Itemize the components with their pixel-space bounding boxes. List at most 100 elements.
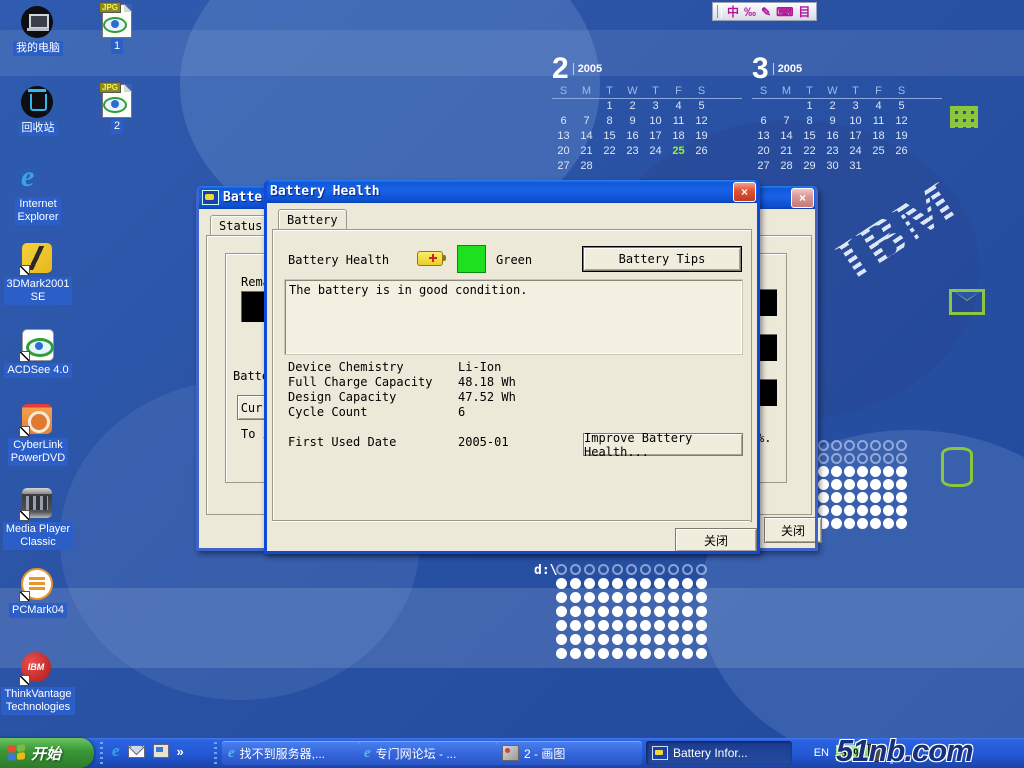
calendar-day: 14 — [775, 129, 798, 144]
calendar-day: 17 — [844, 129, 867, 144]
calendar-day: 11 — [867, 114, 890, 129]
task-button-forum[interactable]: e 专门网论坛 - ... — [358, 741, 502, 765]
desktop-icon-my-computer[interactable]: 我的电脑 — [0, 6, 76, 56]
detail-value: Li-Ion — [458, 360, 501, 374]
desktop-icon-pcmark04[interactable]: PCMark04 — [0, 568, 76, 618]
quick-launch-ie-icon[interactable]: e — [112, 741, 120, 761]
battery-icon — [652, 746, 668, 760]
ime-chinese-icon[interactable]: 中 — [727, 3, 739, 20]
dot-matrix-center — [556, 564, 710, 662]
detail-value: 6 — [458, 405, 465, 419]
calendar-month: 2 — [552, 52, 569, 85]
calendar-year: 2005 — [773, 63, 802, 75]
calendar-day: 22 — [798, 144, 821, 159]
calendar-weekday: S — [552, 83, 575, 98]
quick-launch-show-desktop-icon[interactable] — [153, 744, 169, 758]
desktop-icon-jpg-2[interactable]: JPG 2 — [82, 84, 152, 134]
dot-matrix-right — [818, 440, 909, 531]
windows-flag-icon — [8, 744, 25, 762]
close-button[interactable]: × — [733, 182, 756, 202]
calendar-day: 19 — [690, 129, 713, 144]
desktop-icon-jpg-1[interactable]: JPG 1 — [82, 4, 152, 54]
close-dialog-button[interactable]: 关闭 — [764, 517, 822, 543]
desktop-icon-recycle-bin[interactable]: 回收站 — [0, 86, 76, 136]
calendar-day: 23 — [821, 144, 844, 159]
close-dialog-button[interactable]: 关闭 — [675, 528, 757, 552]
calendar-day: 31 — [844, 159, 867, 174]
calendar-day — [644, 159, 667, 174]
wallpaper-band — [0, 588, 1024, 668]
calendar-day: 15 — [798, 129, 821, 144]
calendar-weekday: F — [867, 83, 890, 98]
internet-explorer-icon: e — [21, 162, 55, 194]
ime-punctuation-icon[interactable]: ‰ — [744, 5, 756, 19]
ime-menu-icon[interactable]: 目 — [798, 3, 810, 20]
calendar-day: 25 — [867, 144, 890, 159]
paint-icon — [502, 745, 519, 761]
calendar-weekday: S — [890, 83, 913, 98]
calendar-day: 1 — [598, 99, 621, 114]
pcmark-icon — [21, 568, 55, 600]
taskbar-grip[interactable] — [214, 742, 217, 764]
cylinder-icon — [941, 447, 973, 487]
calendar-day: 9 — [821, 114, 844, 129]
quick-launch-mail-icon[interactable] — [128, 745, 145, 758]
desktop-icon-acdsee[interactable]: ACDSee 4.0 — [0, 328, 76, 378]
ime-language-bar[interactable]: 中 ‰ ✎ ⌨ 目 — [712, 2, 817, 21]
icon-label: Internet Explorer — [15, 197, 62, 225]
calendar-day: 21 — [575, 144, 598, 159]
calendar-day: 19 — [890, 129, 913, 144]
battery-health-titlebar[interactable]: Battery Health × — [264, 180, 760, 203]
desktop-icon-3dmark2001[interactable]: 3DMark2001 SE — [0, 242, 76, 305]
quick-launch-more-chevron[interactable]: » — [177, 744, 184, 759]
battery-tips-button[interactable]: Battery Tips — [583, 247, 741, 271]
ime-keyboard-icon[interactable]: ⌨ — [776, 5, 793, 19]
health-status-text: Green — [496, 253, 532, 267]
language-indicator[interactable]: EN — [814, 747, 829, 759]
desktop-icon-internet-explorer[interactable]: e Internet Explorer — [0, 162, 76, 225]
calendar-day — [667, 159, 690, 174]
icon-label: 我的电脑 — [13, 41, 63, 56]
tab-status[interactable]: Status — [210, 215, 271, 235]
task-button-paint[interactable]: 2 - 画图 — [496, 741, 642, 765]
calendar-day: 26 — [690, 144, 713, 159]
taskbar-grip[interactable] — [100, 742, 103, 764]
calendar-weekday-row: SMTWTFS — [752, 83, 942, 99]
task-button-battery-information[interactable]: Battery Infor... — [646, 741, 792, 765]
icon-label: Media Player Classic — [3, 522, 73, 550]
calendar-weekday-row: SMTWTFS — [552, 83, 742, 99]
jpg-badge: JPG — [99, 82, 121, 93]
desktop-icon-thinkvantage[interactable]: IBM ThinkVantage Technologies — [0, 652, 76, 715]
calendar-weekday: S — [690, 83, 713, 98]
ime-pen-icon[interactable]: ✎ — [761, 5, 771, 19]
desktop-icon-powerdvd[interactable]: CyberLink PowerDVD — [0, 403, 76, 466]
detail-label: Full Charge Capacity — [288, 375, 433, 389]
calendar-day: 1 — [798, 99, 821, 114]
calendar-weekday: T — [844, 83, 867, 98]
calendar-day: 23 — [621, 144, 644, 159]
calendar-day: 27 — [552, 159, 575, 174]
jpg-file-icon: JPG — [102, 84, 132, 116]
start-button[interactable]: 开始 — [0, 738, 94, 768]
calendar-february: 22005 SMTWTFS 12345678910111213141516171… — [552, 55, 742, 174]
condition-textbox[interactable]: The battery is in good condition. — [284, 279, 743, 355]
detail-value: 48.18 Wh — [458, 375, 516, 389]
battery-health-label: Battery Health — [288, 253, 389, 267]
calendar-day: 2 — [621, 99, 644, 114]
improve-battery-health-button[interactable]: Improve Battery Health... — [583, 433, 743, 456]
desktop-icon-media-player-classic[interactable]: Media Player Classic — [0, 487, 76, 550]
battery-icon — [417, 251, 443, 266]
calendar-day: 30 — [821, 159, 844, 174]
calendar-day: 3 — [844, 99, 867, 114]
ime-grip[interactable] — [717, 5, 722, 18]
calendar-day: 8 — [598, 114, 621, 129]
calendar-year: 2005 — [573, 63, 602, 75]
task-button-server-not-found[interactable]: e 找不到服务器,... — [222, 741, 364, 765]
quick-launch: e » — [112, 741, 184, 761]
tab-battery[interactable]: Battery — [278, 209, 347, 229]
thinkvantage-icon: IBM — [21, 652, 55, 684]
calendar-day: 4 — [867, 99, 890, 114]
recycle-bin-icon — [21, 86, 55, 118]
close-button[interactable]: × — [791, 188, 814, 208]
battery-health-window: Battery Health × Battery Battery Health … — [264, 180, 760, 554]
